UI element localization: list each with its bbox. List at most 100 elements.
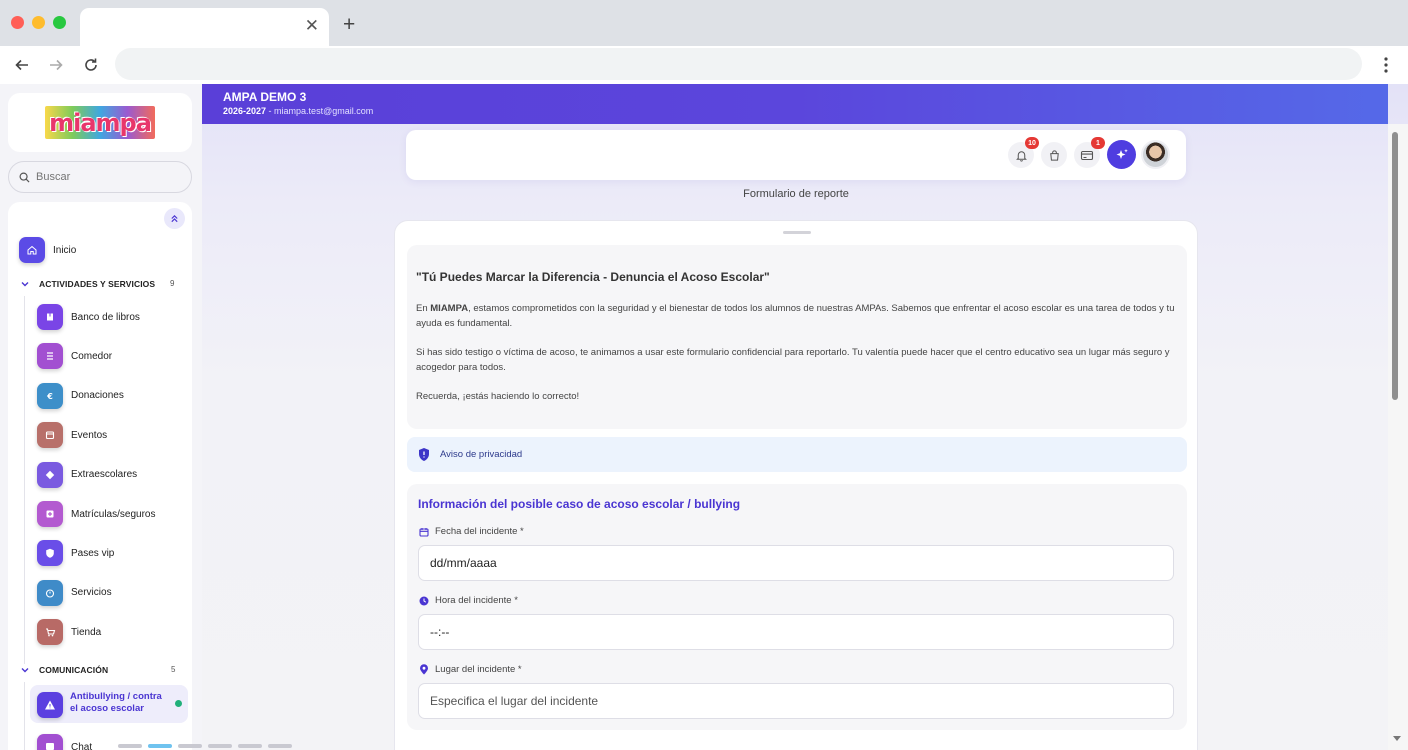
credit-card-icon [1080,150,1094,160]
vertical-scrollbar[interactable] [1388,124,1408,750]
sidebar-item-label: Chat [71,741,93,750]
section-count: 9 [170,279,175,288]
sidebar-item-chat[interactable]: Chat [37,729,92,750]
section-count: 5 [171,665,176,674]
back-icon[interactable] [11,54,33,76]
sidebar-item-servicios[interactable]: Servicios [37,575,112,611]
sidebar-item-donaciones[interactable]: € Donaciones [37,378,124,414]
diamond-icon [37,461,63,488]
sidebar-item-label: Servicios [71,587,112,599]
sidebar-item-eventos[interactable]: Eventos [37,417,107,453]
browser-tab-bar: ✕ + [0,0,1408,46]
sidebar-item-comedor[interactable]: Comedor [37,338,112,374]
drag-handle[interactable] [783,231,811,234]
sidebar-item-label: Donaciones [71,390,124,402]
sidebar-item-banco-de-libros[interactable]: Banco de libros [37,299,140,335]
user-avatar[interactable] [1141,140,1170,169]
tree-line [24,682,25,750]
horizontal-scroll-hint [118,744,378,748]
scroll-segment [148,744,172,748]
scroll-segment [118,744,142,748]
section-actividades[interactable]: ACTIVIDADES Y SERVICIOS [20,276,155,292]
sidebar-item-tienda[interactable]: Tienda [37,614,101,650]
field-label-text: Hora del incidente * [435,595,518,606]
book-icon [37,304,63,330]
search-box[interactable] [8,161,192,193]
sidebar-item-label: Antibullying / contra el acoso escolar [70,691,162,714]
scroll-segment [208,744,232,748]
browser-tab[interactable]: ✕ [80,8,329,46]
time-input[interactable]: --:-- [418,614,1174,650]
chevron-down-icon [21,282,29,287]
sidebar-item-label: Inicio [53,244,77,256]
section-comunicacion[interactable]: COMUNICACIÓN [20,662,108,678]
cart-badge: 1 [1091,137,1105,149]
shield-alert-icon [419,448,429,461]
plus-box-icon [37,501,63,527]
top-toolbar: 10 1 [406,130,1186,180]
calendar-icon [37,422,63,449]
sidebar-item-label: Eventos [71,429,108,441]
scrollbar-thumb[interactable] [1392,132,1398,400]
sidebar-item-label: Tienda [71,626,102,638]
intro-text: En [416,303,431,314]
bag-icon [1049,149,1059,161]
scroll-segment [268,744,292,748]
minimize-window-button[interactable] [32,16,45,29]
shop-button[interactable] [1041,142,1067,168]
sidebar-item-label: Banco de libros [71,311,140,323]
tab-close-icon[interactable]: ✕ [305,17,319,34]
ampa-subtitle: 2026-2027 - miampa.test@gmail.com [223,106,373,116]
logo-card[interactable]: miampa [8,93,192,152]
scroll-down-arrow-icon[interactable] [1393,736,1401,741]
sidebar-item-matr-culas-seguros[interactable]: Matrículas/seguros [37,496,155,532]
close-window-button[interactable] [11,16,24,29]
clock-icon [419,596,429,606]
field-label-text: Lugar del incidente * [435,664,522,675]
chat-icon [37,734,63,750]
search-input[interactable] [36,171,176,183]
sidebar-item-extraescolares[interactable]: Extraescolares [37,457,137,493]
payments-button[interactable]: 1 [1074,137,1105,168]
intro-paragraph-2: Si has sido testigo o víctima de acoso, … [416,347,1170,373]
sidebar-item-antibullying[interactable]: Antibullying / contra el acoso escolar [30,685,188,723]
sidebar-item-inicio[interactable]: Inicio [19,232,76,268]
chevrons-up-icon [171,214,178,223]
reload-icon[interactable] [80,54,102,76]
new-tab-button[interactable]: + [343,14,355,35]
maximize-window-button[interactable] [53,16,66,29]
sidebar-item-label: Comedor [71,350,113,362]
date-input[interactable]: dd/mm/aaaa [418,545,1174,581]
sidebar-item-label: Pases vip [71,547,115,559]
place-input[interactable]: Especifica el lugar del incidente [418,683,1174,719]
sidebar-item-pases-vip[interactable]: Pases vip [37,535,114,571]
miampa-logo: miampa [45,106,155,139]
privacy-notice-button[interactable]: Aviso de privacidad [407,437,1187,472]
address-bar[interactable] [115,48,1362,80]
ai-assistant-button[interactable] [1107,140,1136,169]
intro-paragraph-1: En MIAMPA, estamos comprometidos con la … [416,301,1178,331]
place-label: Lugar del incidente * [419,664,522,675]
notifications-badge: 10 [1025,137,1039,149]
forward-icon[interactable] [45,54,67,76]
warning-icon [37,692,63,718]
euro-icon: € [37,382,63,409]
logo-text: miampa [49,109,152,137]
section-heading: Información del posible caso de acoso es… [418,497,741,511]
browser-nav-bar [0,46,1408,84]
time-label: Hora del incidente * [419,595,518,606]
svg-text:€: € [46,392,53,401]
calendar-icon [419,527,429,537]
section-title: ACTIVIDADES Y SERVICIOS [39,279,156,289]
incident-info-section: Información del posible caso de acoso es… [407,484,1187,730]
page-viewport: miampa Inicio ACTIVIDADES Y SERVICIOS 9 [0,84,1408,750]
notifications-button[interactable]: 10 [1008,137,1039,168]
collapse-sidebar-button[interactable] [164,208,185,229]
ampa-email: miampa.test@gmail.com [274,106,374,116]
sidebar-item-label: Matrículas/seguros [71,508,156,520]
bell-icon [1015,150,1027,162]
browser-menu-icon[interactable] [1376,53,1396,77]
home-icon [19,237,45,263]
intro-box: "Tú Puedes Marcar la Diferencia - Denunc… [407,245,1187,429]
tree-line [24,296,25,664]
